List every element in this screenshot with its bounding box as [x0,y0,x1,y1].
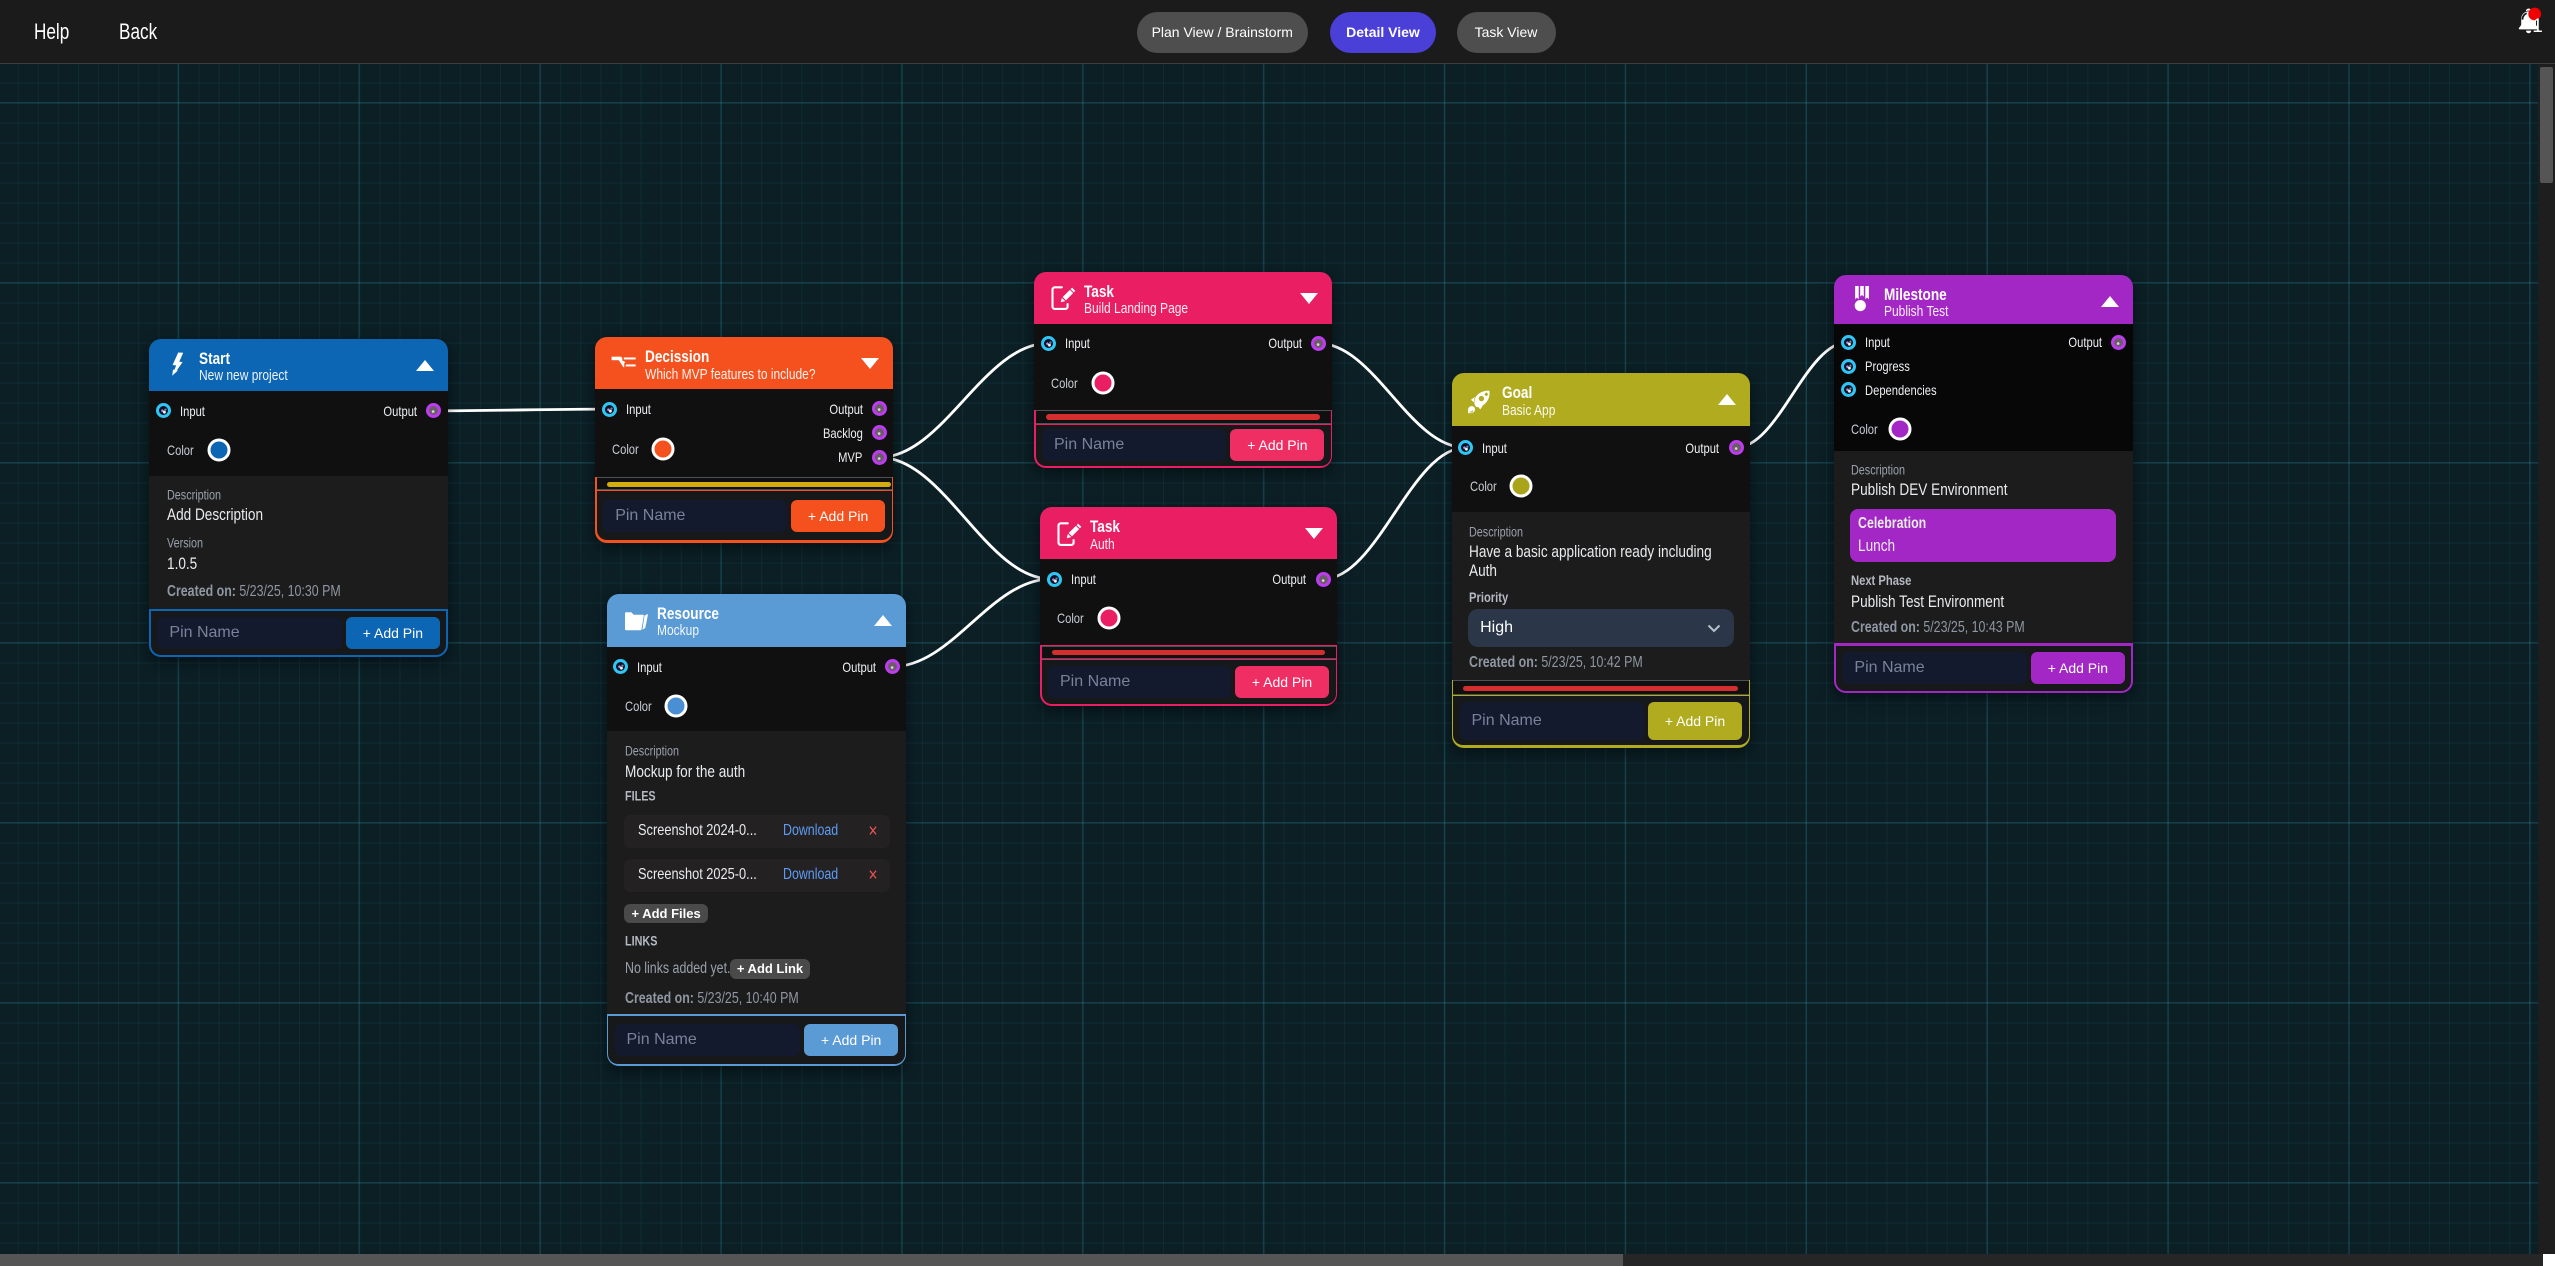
svg-text:1: 1 [2532,16,2543,37]
